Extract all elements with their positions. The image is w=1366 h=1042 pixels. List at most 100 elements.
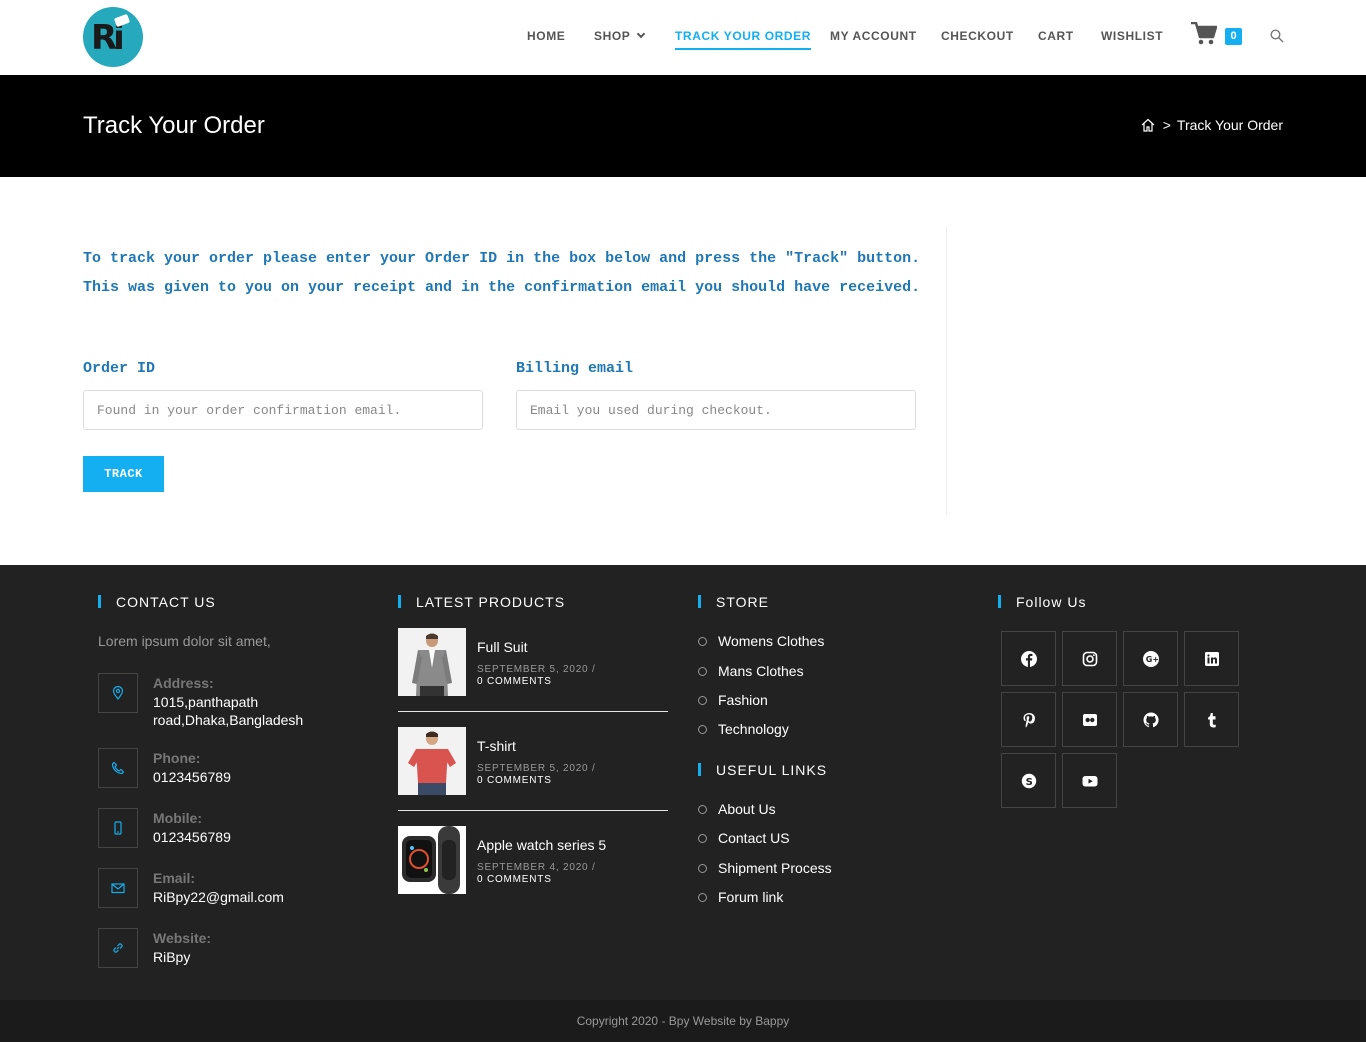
- product-meta: SEPTEMBER 4, 2020 / 0 COMMENTS: [477, 862, 596, 886]
- product-separator: [398, 711, 668, 712]
- website-icon-box: [98, 928, 138, 968]
- facebook-icon: [1021, 651, 1037, 667]
- full-suit-thumbnail[interactable]: [398, 628, 466, 696]
- phone-icon-box: [98, 748, 138, 788]
- github-button[interactable]: [1123, 692, 1178, 747]
- email-value[interactable]: RiBpy22@gmail.com: [153, 888, 353, 906]
- page-title-bar: Track Your Order > Track Your Order: [0, 75, 1366, 177]
- svg-text:G+: G+: [1146, 655, 1159, 664]
- product-name[interactable]: T-shirt: [477, 738, 516, 754]
- phone-label: Phone:: [153, 750, 201, 766]
- phone-icon: [111, 761, 125, 775]
- product-comments[interactable]: 0 COMMENTS: [477, 676, 596, 688]
- store-link-fashion[interactable]: Fashion: [698, 692, 768, 708]
- t-shirt-image: [398, 727, 466, 795]
- website-label: Website:: [153, 930, 212, 946]
- product-comments[interactable]: 0 COMMENTS: [477, 874, 596, 886]
- billing-email-input[interactable]: [516, 390, 916, 430]
- nav-checkout[interactable]: CHECKOUT: [941, 29, 1014, 43]
- instagram-button[interactable]: [1062, 631, 1117, 686]
- facebook-button[interactable]: [1001, 631, 1056, 686]
- skype-button[interactable]: S: [1001, 753, 1056, 808]
- useful-link-shipment-process[interactable]: Shipment Process: [698, 860, 832, 876]
- copyright-bar: Copyright 2020 - Bpy Website by Bappy: [0, 1000, 1366, 1042]
- home-icon[interactable]: [1141, 118, 1155, 132]
- store-link-mans-clothes[interactable]: Mans Clothes: [698, 663, 804, 679]
- page-title: Track Your Order: [83, 112, 265, 139]
- nav-my-account[interactable]: MY ACCOUNT: [830, 29, 917, 43]
- product-name[interactable]: Full Suit: [477, 639, 528, 655]
- flickr-icon: [1083, 714, 1097, 726]
- email-icon-box: [98, 868, 138, 908]
- nav-shop-label[interactable]: SHOP: [594, 29, 630, 43]
- youtube-button[interactable]: [1062, 753, 1117, 808]
- linkedin-button[interactable]: [1184, 631, 1239, 686]
- t-shirt-thumbnail[interactable]: [398, 727, 466, 795]
- product-date: SEPTEMBER 5, 2020 /: [477, 664, 596, 675]
- store-link-technology[interactable]: Technology: [698, 721, 789, 737]
- product-date: SEPTEMBER 5, 2020 /: [477, 763, 596, 774]
- google-plus-icon: G+: [1143, 651, 1159, 667]
- address-icon-box: [98, 673, 138, 713]
- mobile-icon-box: [98, 808, 138, 848]
- svg-text:S: S: [1026, 777, 1033, 788]
- map-pin-icon: [112, 686, 124, 700]
- flickr-button[interactable]: [1062, 692, 1117, 747]
- phone-value: 0123456789: [153, 769, 231, 785]
- product-meta: SEPTEMBER 5, 2020 / 0 COMMENTS: [477, 763, 596, 787]
- follow-us-heading: Follow Us: [998, 594, 1086, 610]
- mobile-label: Mobile:: [153, 810, 202, 826]
- tumblr-icon: [1208, 713, 1216, 728]
- nav-cart[interactable]: CART: [1038, 29, 1074, 43]
- useful-link-contact-us[interactable]: Contact US: [698, 830, 790, 846]
- product-date: SEPTEMBER 4, 2020 /: [477, 862, 596, 873]
- order-id-label: Order ID: [83, 360, 156, 377]
- instagram-icon: [1082, 651, 1098, 667]
- cart-count-badge[interactable]: 0: [1225, 28, 1242, 45]
- breadcrumb-separator: >: [1162, 117, 1171, 133]
- product-separator: [398, 810, 668, 811]
- billing-email-label: Billing email: [516, 360, 634, 377]
- full-suit-image: [398, 628, 466, 696]
- skype-icon: S: [1021, 773, 1037, 789]
- useful-links-heading: USEFUL LINKS: [698, 762, 827, 778]
- track-button[interactable]: TRACK: [83, 456, 164, 492]
- main-content: To track your order please enter your Or…: [0, 177, 1366, 565]
- product-meta: SEPTEMBER 5, 2020 / 0 COMMENTS: [477, 664, 596, 688]
- address-label: Address:: [153, 675, 214, 691]
- link-icon: [113, 943, 123, 953]
- nav-home[interactable]: HOME: [527, 29, 565, 43]
- tumblr-button[interactable]: [1184, 692, 1239, 747]
- github-icon: [1143, 712, 1159, 728]
- search-icon[interactable]: [1270, 29, 1284, 43]
- breadcrumb-current: Track Your Order: [1176, 117, 1283, 133]
- contact-intro-text: Lorem ipsum dolor sit amet,: [98, 633, 271, 649]
- mobile-icon: [114, 821, 122, 835]
- nav-track-your-order[interactable]: TRACK YOUR ORDER: [675, 29, 812, 50]
- useful-link-about-us[interactable]: About Us: [698, 801, 776, 817]
- cart-icon[interactable]: [1191, 22, 1217, 46]
- track-order-instructions: To track your order please enter your Or…: [83, 250, 921, 296]
- apple-watch-thumbnail[interactable]: [398, 826, 466, 894]
- latest-products-heading: LATEST PRODUCTS: [398, 594, 565, 610]
- nav-shop[interactable]: SHOP: [594, 29, 646, 43]
- order-id-input[interactable]: [83, 390, 483, 430]
- youtube-icon: [1082, 776, 1098, 787]
- product-comments[interactable]: 0 COMMENTS: [477, 775, 596, 787]
- pinterest-icon: [1023, 713, 1035, 728]
- contact-us-heading: CONTACT US: [98, 594, 216, 610]
- product-name[interactable]: Apple watch series 5: [477, 837, 606, 853]
- store-link-womens-clothes[interactable]: Womens Clothes: [698, 633, 824, 649]
- site-footer: CONTACT US Lorem ipsum dolor sit amet, A…: [0, 565, 1366, 1000]
- mobile-value: 0123456789: [153, 829, 231, 845]
- breadcrumb: > Track Your Order: [1141, 117, 1283, 133]
- pinterest-button[interactable]: [1001, 692, 1056, 747]
- sidebar-divider: [946, 227, 947, 515]
- useful-link-forum[interactable]: Forum link: [698, 889, 783, 905]
- site-logo[interactable]: Ri: [83, 7, 143, 67]
- google-plus-button[interactable]: G+: [1123, 631, 1178, 686]
- nav-wishlist[interactable]: WISHLIST: [1101, 29, 1163, 43]
- apple-watch-image: [398, 826, 466, 894]
- chevron-down-icon: [637, 29, 646, 39]
- website-value[interactable]: RiBpy: [153, 948, 353, 966]
